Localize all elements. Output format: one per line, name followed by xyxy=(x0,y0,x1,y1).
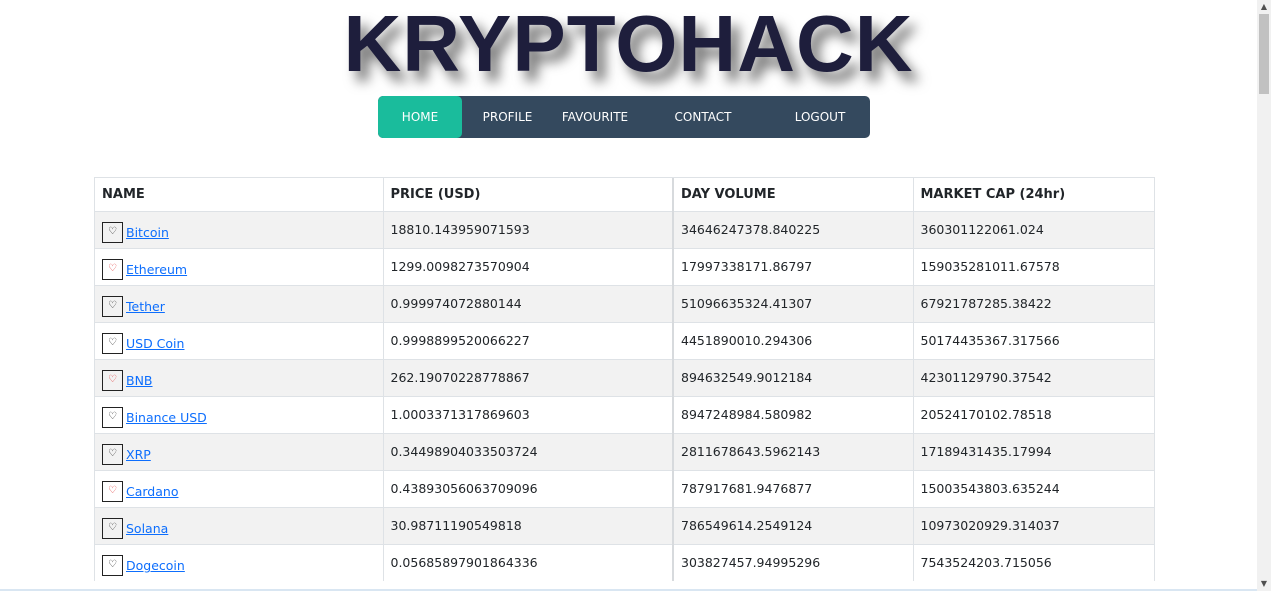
day-volume-cell: 4451890010.294306 xyxy=(673,321,914,359)
brand-title: KRYPTOHACK xyxy=(343,0,914,88)
day-volume-cell: 2811678643.5962143 xyxy=(673,432,914,470)
nav-logout[interactable]: LOGOUT xyxy=(782,96,858,138)
table-row: ♡ Solana 30.98711190549818 786549614.254912… xyxy=(95,506,1154,544)
nav-home[interactable]: HOME xyxy=(378,96,462,138)
market-cap-cell: 360301122061.024 xyxy=(913,210,1154,248)
page-viewport: KRYPTOHACK HOME PROFILE FAVOURITE CONTAC… xyxy=(0,0,1257,591)
favourite-heart-icon[interactable]: ♡ xyxy=(102,555,123,577)
price-cell: 0.34498904033503724 xyxy=(383,432,674,470)
header-name: NAME xyxy=(95,178,384,211)
favourite-heart-icon[interactable]: ♡ xyxy=(102,444,123,465)
day-volume-cell: 51096635324.41307 xyxy=(673,284,914,322)
day-volume-cell: 303827457.94995296 xyxy=(673,543,914,581)
price-cell: 18810.143959071593 xyxy=(383,210,674,248)
coin-link[interactable]: Binance USD xyxy=(126,410,207,425)
header-price: PRICE (USD) xyxy=(383,178,674,211)
coin-link[interactable]: Cardano xyxy=(126,484,178,499)
favourite-heart-icon[interactable]: ♡ xyxy=(102,370,123,391)
table-row: ♡ XRP 0.34498904033503724 2811678643.596214… xyxy=(95,432,1154,470)
coin-link[interactable]: Tether xyxy=(126,299,165,314)
market-cap-cell: 50174435367.317566 xyxy=(913,321,1154,359)
favourite-heart-icon[interactable]: ♡ xyxy=(102,481,123,502)
coin-name-cell: ♡ Ethereum xyxy=(95,247,384,285)
scroll-down-arrow-icon[interactable]: ▼ xyxy=(1257,577,1271,591)
coin-name-cell: ♡ Bitcoin xyxy=(95,210,384,248)
day-volume-cell: 786549614.2549124 xyxy=(673,506,914,544)
price-cell: 0.9998899520066227 xyxy=(383,321,674,359)
market-cap-cell: 10973020929.314037 xyxy=(913,506,1154,544)
vertical-scrollbar[interactable]: ▲ ▼ xyxy=(1257,0,1271,591)
nav-favourite[interactable]: FAVOURITE xyxy=(552,96,638,138)
coin-link[interactable]: XRP xyxy=(126,447,151,462)
table-row: ♡ Cardano 0.43893056063709096 787917681.947… xyxy=(95,469,1154,507)
coin-link[interactable]: Dogecoin xyxy=(126,558,185,573)
price-cell: 262.19070228778867 xyxy=(383,358,674,396)
crypto-table-container: NAME PRICE (USD) DAY VOLUME MARKET CAP (… xyxy=(94,177,1155,581)
coin-name-cell: ♡ Binance USD xyxy=(95,395,384,433)
coin-link[interactable]: BNB xyxy=(126,373,153,388)
favourite-heart-icon[interactable]: ♡ xyxy=(102,407,123,428)
price-cell: 1.0003371317869603 xyxy=(383,395,674,433)
nav-contact[interactable]: CONTACT xyxy=(662,96,744,138)
market-cap-cell: 17189431435.17994 xyxy=(913,432,1154,470)
price-cell: 0.999974072880144 xyxy=(383,284,674,322)
coin-link[interactable]: Ethereum xyxy=(126,262,187,277)
table-row: ♡ Ethereum 1299.0098273570904 17997338171.8… xyxy=(95,247,1154,285)
favourite-heart-icon[interactable]: ♡ xyxy=(102,222,123,243)
table-row: ♡ USD Coin 0.9998899520066227 4451890010.29… xyxy=(95,321,1154,359)
coin-name-cell: ♡ Dogecoin xyxy=(95,543,384,581)
market-cap-cell: 159035281011.67578 xyxy=(913,247,1154,285)
price-cell: 1299.0098273570904 xyxy=(383,247,674,285)
favourite-heart-icon[interactable]: ♡ xyxy=(102,296,123,317)
table-row: ♡ Dogecoin 0.05685897901864336 303827457.94… xyxy=(95,543,1154,581)
price-cell: 0.05685897901864336 xyxy=(383,543,674,581)
market-cap-cell: 7543524203.715056 xyxy=(913,543,1154,581)
coin-link[interactable]: Solana xyxy=(126,521,168,536)
favourite-heart-icon[interactable]: ♡ xyxy=(102,333,123,354)
crypto-table: NAME PRICE (USD) DAY VOLUME MARKET CAP (… xyxy=(95,178,1154,581)
table-row: ♡ Bitcoin 18810.143959071593 34646247378.84… xyxy=(95,210,1154,248)
header-day-volume: DAY VOLUME xyxy=(673,178,914,211)
table-header-row: NAME PRICE (USD) DAY VOLUME MARKET CAP (… xyxy=(95,178,1154,211)
table-body: ♡ Bitcoin 18810.143959071593 34646247378.84… xyxy=(95,210,1154,581)
favourite-heart-icon[interactable]: ♡ xyxy=(102,259,123,280)
market-cap-cell: 42301129790.37542 xyxy=(913,358,1154,396)
day-volume-cell: 8947248984.580982 xyxy=(673,395,914,433)
coin-name-cell: ♡ Cardano xyxy=(95,469,384,507)
favourite-heart-icon[interactable]: ♡ xyxy=(102,518,123,539)
coin-link[interactable]: Bitcoin xyxy=(126,225,169,240)
price-cell: 0.43893056063709096 xyxy=(383,469,674,507)
market-cap-cell: 20524170102.78518 xyxy=(913,395,1154,433)
coin-name-cell: ♡ USD Coin xyxy=(95,321,384,359)
day-volume-cell: 894632549.9012184 xyxy=(673,358,914,396)
coin-link[interactable]: USD Coin xyxy=(126,336,184,351)
day-volume-cell: 34646247378.840225 xyxy=(673,210,914,248)
day-volume-cell: 787917681.9476877 xyxy=(673,469,914,507)
market-cap-cell: 67921787285.38422 xyxy=(913,284,1154,322)
coin-name-cell: ♡ BNB xyxy=(95,358,384,396)
scrollbar-thumb[interactable] xyxy=(1259,14,1269,94)
scroll-up-arrow-icon[interactable]: ▲ xyxy=(1257,0,1271,14)
header-market-cap: MARKET CAP (24hr) xyxy=(920,186,1066,202)
table-row: ♡ Binance USD 1.0003371317869603 8947248984… xyxy=(95,395,1154,433)
table-row: ♡ Tether 0.999974072880144 51096635324.4130… xyxy=(95,284,1154,322)
coin-name-cell: ♡ XRP xyxy=(95,432,384,470)
market-cap-cell: 15003543803.635244 xyxy=(913,469,1154,507)
nav-profile[interactable]: PROFILE xyxy=(470,96,545,138)
price-cell: 30.98711190549818 xyxy=(383,506,674,544)
day-volume-cell: 17997338171.86797 xyxy=(673,247,914,285)
main-nav: HOME PROFILE FAVOURITE CONTACT LOGOUT xyxy=(378,96,870,138)
coin-name-cell: ♡ Tether xyxy=(95,284,384,322)
table-row: ♡ BNB 262.19070228778867 894632549.9012184 4… xyxy=(95,358,1154,396)
coin-name-cell: ♡ Solana xyxy=(95,506,384,544)
